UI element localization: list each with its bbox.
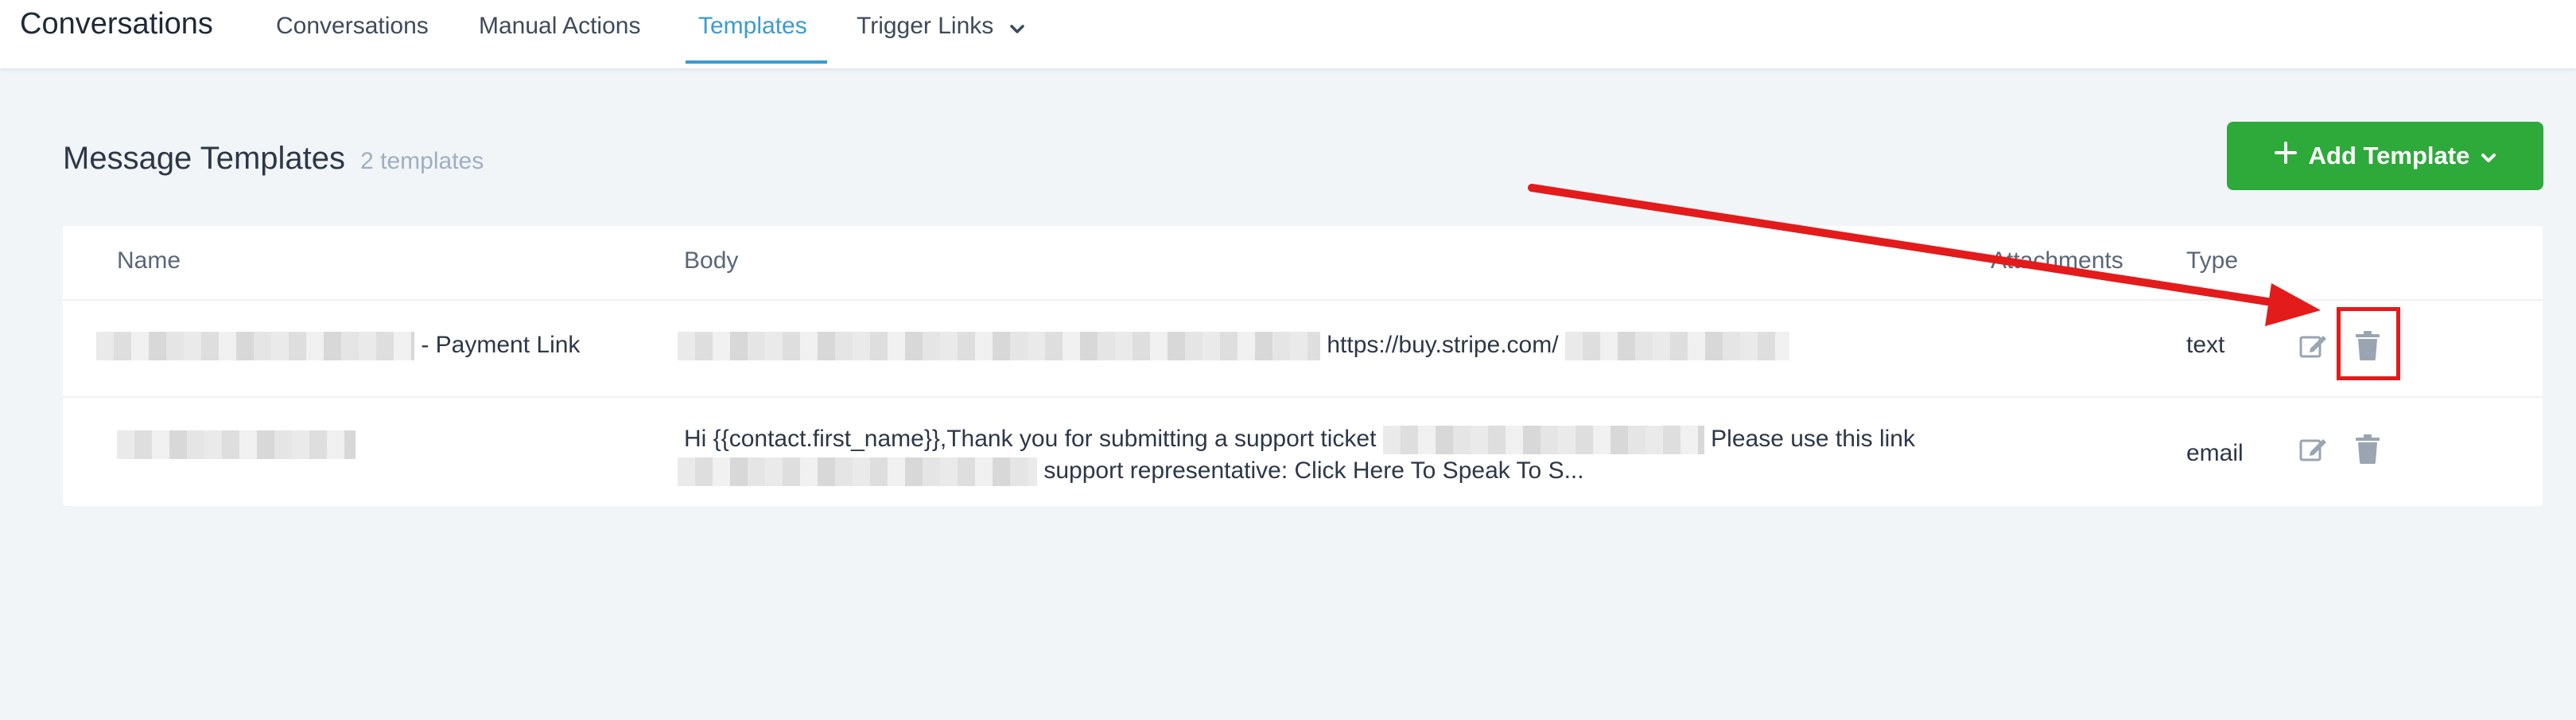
templates-table: Name Body Attachments Type - Payment Lin… <box>63 226 2543 506</box>
tab-manual-actions[interactable]: Manual Actions <box>479 10 640 42</box>
plus-icon <box>2274 141 2298 171</box>
redacted-text <box>1382 426 1704 455</box>
row-body-line-2: support representative: Click Here To Sp… <box>678 455 1584 487</box>
row-body-link: https://buy.stripe.com/ <box>1327 332 1559 358</box>
add-template-button[interactable]: Add Template <box>2227 122 2543 190</box>
row-name <box>117 428 356 460</box>
tab-trigger-links-label: Trigger Links <box>857 13 994 39</box>
row-divider <box>63 396 2543 398</box>
chevron-down-icon <box>1009 11 1024 43</box>
active-tab-indicator <box>686 60 827 64</box>
row-name-suffix: - Payment Link <box>421 332 581 358</box>
top-navigation: Conversations Conversations Manual Actio… <box>0 0 2576 69</box>
page-title-text: Message Templates <box>63 141 345 176</box>
chevron-down-icon <box>2481 142 2496 170</box>
tab-conversations[interactable]: Conversations <box>276 10 429 42</box>
page-title: Message Templates 2 templates <box>63 138 484 182</box>
column-header-name: Name <box>117 247 181 274</box>
header-divider <box>63 299 2543 301</box>
row-body-line-2-text: support representative: Click Here To Sp… <box>1043 457 1584 484</box>
edit-icon[interactable] <box>2296 431 2331 466</box>
tab-trigger-links[interactable]: Trigger Links <box>857 10 1024 43</box>
redacted-text <box>117 430 356 460</box>
redacted-text <box>678 332 1320 361</box>
redacted-text <box>678 457 1037 487</box>
tab-templates[interactable]: Templates <box>698 10 807 42</box>
redacted-text <box>96 332 414 361</box>
app-title: Conversations <box>20 7 213 41</box>
row-type: email <box>2186 440 2244 466</box>
row-body-line-1: Hi {{contact.first_name}},Thank you for … <box>684 423 1915 455</box>
trash-icon[interactable] <box>2350 431 2385 466</box>
annotation-highlight-box <box>2337 307 2400 380</box>
row-body: https://buy.stripe.com/ <box>678 329 1789 361</box>
edit-icon[interactable] <box>2296 328 2331 363</box>
row-type: text <box>2186 332 2225 358</box>
template-count: 2 templates <box>360 148 484 174</box>
row-body-start: Hi {{contact.first_name}},Thank you for … <box>684 426 1377 452</box>
column-header-type: Type <box>2186 247 2239 274</box>
row-name: - Payment Link <box>96 329 580 361</box>
column-header-body: Body <box>684 247 739 274</box>
row-body-end: Please use this link <box>1711 426 1915 452</box>
add-template-label: Add Template <box>2308 142 2470 169</box>
column-header-attachments: Attachments <box>1991 247 2123 274</box>
redacted-text <box>1564 332 1789 361</box>
